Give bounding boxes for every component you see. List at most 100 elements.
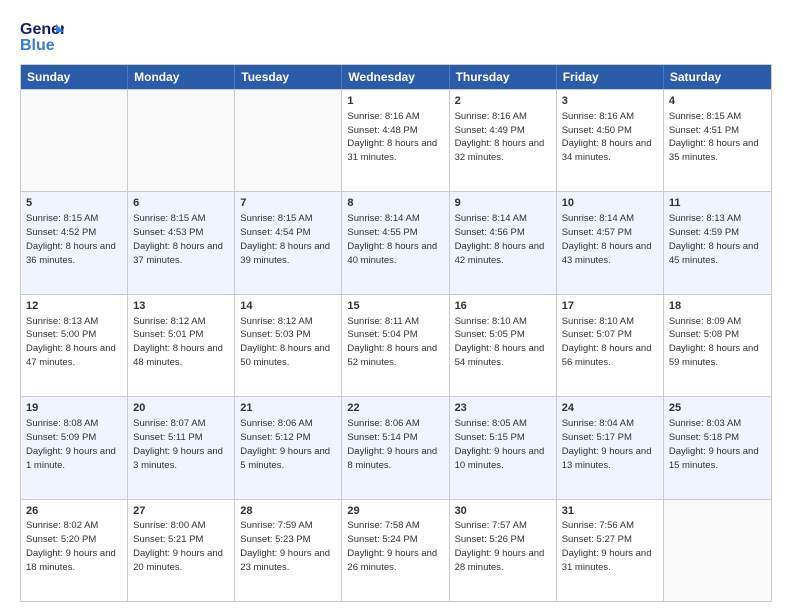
calendar-cell: 26Sunrise: 8:02 AM Sunset: 5:20 PM Dayli… xyxy=(21,500,128,601)
calendar: SundayMondayTuesdayWednesdayThursdayFrid… xyxy=(20,64,772,602)
calendar-cell: 24Sunrise: 8:04 AM Sunset: 5:17 PM Dayli… xyxy=(557,397,664,498)
day-number: 29 xyxy=(347,504,443,519)
header: General Blue xyxy=(20,16,772,56)
cell-info: Sunrise: 8:15 AM Sunset: 4:51 PM Dayligh… xyxy=(669,111,759,163)
day-number: 14 xyxy=(240,299,336,314)
calendar-cell: 16 Sunrise: 8:10 AM Sunset: 5:05 PM Dayli… xyxy=(450,295,557,396)
calendar-cell: 8Sunrise: 8:14 AM Sunset: 4:55 PM Daylig… xyxy=(342,192,449,293)
calendar-cell: 1 Sunrise: 8:16 AM Sunset: 4:48 PM Daylig… xyxy=(342,90,449,191)
day-number: 9 xyxy=(455,196,551,211)
calendar-row: 12Sunrise: 8:13 AM Sunset: 5:00 PM Dayli… xyxy=(21,294,771,396)
calendar-cell: 28Sunrise: 7:59 AM Sunset: 5:23 PM Dayli… xyxy=(235,500,342,601)
calendar-row: 19Sunrise: 8:08 AM Sunset: 5:09 PM Dayli… xyxy=(21,396,771,498)
day-number: 1 xyxy=(347,94,443,109)
calendar-cell: 31Sunrise: 7:56 AM Sunset: 5:27 PM Dayli… xyxy=(557,500,664,601)
cell-info: Sunrise: 8:12 AM Sunset: 5:03 PM Dayligh… xyxy=(240,316,330,368)
cell-info: Sunrise: 8:03 AM Sunset: 5:18 PM Dayligh… xyxy=(669,418,759,470)
calendar-row: 26Sunrise: 8:02 AM Sunset: 5:20 PM Dayli… xyxy=(21,499,771,601)
day-number: 3 xyxy=(562,94,658,109)
calendar-cell: 14 Sunrise: 8:12 AM Sunset: 5:03 PM Dayli… xyxy=(235,295,342,396)
logo: General Blue xyxy=(20,16,64,56)
day-number: 2 xyxy=(455,94,551,109)
day-number: 13 xyxy=(133,299,229,314)
cell-info: Sunrise: 8:02 AM Sunset: 5:20 PM Dayligh… xyxy=(26,520,116,572)
calendar-cell xyxy=(128,90,235,191)
day-number: 7 xyxy=(240,196,336,211)
calendar-cell: 9 Sunrise: 8:14 AM Sunset: 4:56 PM Daylig… xyxy=(450,192,557,293)
calendar-cell: 19Sunrise: 8:08 AM Sunset: 5:09 PM Dayli… xyxy=(21,397,128,498)
cell-info: Sunrise: 8:06 AM Sunset: 5:14 PM Dayligh… xyxy=(347,418,437,470)
day-number: 17 xyxy=(562,299,658,314)
day-number: 23 xyxy=(455,401,551,416)
cell-info: Sunrise: 8:05 AM Sunset: 5:15 PM Dayligh… xyxy=(455,418,545,470)
calendar-cell: 4 Sunrise: 8:15 AM Sunset: 4:51 PM Daylig… xyxy=(664,90,771,191)
page: General Blue SundayMondayTuesdayWednesda… xyxy=(0,0,792,612)
cell-info: Sunrise: 8:15 AM Sunset: 4:52 PM Dayligh… xyxy=(26,213,116,265)
day-number: 10 xyxy=(562,196,658,211)
day-number: 15 xyxy=(347,299,443,314)
cell-info: Sunrise: 8:11 AM Sunset: 5:04 PM Dayligh… xyxy=(347,316,437,368)
calendar-cell: 17 Sunrise: 8:10 AM Sunset: 5:07 PM Dayli… xyxy=(557,295,664,396)
header-day: Thursday xyxy=(450,65,557,89)
calendar-cell: 5 Sunrise: 8:15 AM Sunset: 4:52 PM Daylig… xyxy=(21,192,128,293)
calendar-cell: 25 Sunrise: 8:03 AM Sunset: 5:18 PM Dayli… xyxy=(664,397,771,498)
calendar-cell: 27Sunrise: 8:00 AM Sunset: 5:21 PM Dayli… xyxy=(128,500,235,601)
calendar-cell: 6 Sunrise: 8:15 AM Sunset: 4:53 PM Daylig… xyxy=(128,192,235,293)
day-number: 6 xyxy=(133,196,229,211)
cell-info: Sunrise: 8:06 AM Sunset: 5:12 PM Dayligh… xyxy=(240,418,330,470)
cell-info: Sunrise: 8:10 AM Sunset: 5:07 PM Dayligh… xyxy=(562,316,652,368)
cell-info: Sunrise: 8:13 AM Sunset: 5:00 PM Dayligh… xyxy=(26,316,116,368)
calendar-row: 1 Sunrise: 8:16 AM Sunset: 4:48 PM Daylig… xyxy=(21,89,771,191)
calendar-cell: 13 Sunrise: 8:12 AM Sunset: 5:01 PM Dayli… xyxy=(128,295,235,396)
day-number: 27 xyxy=(133,504,229,519)
calendar-cell: 7 Sunrise: 8:15 AM Sunset: 4:54 PM Daylig… xyxy=(235,192,342,293)
calendar-cell: 12Sunrise: 8:13 AM Sunset: 5:00 PM Dayli… xyxy=(21,295,128,396)
day-number: 26 xyxy=(26,504,122,519)
calendar-cell xyxy=(21,90,128,191)
day-number: 5 xyxy=(26,196,122,211)
day-number: 25 xyxy=(669,401,766,416)
calendar-cell: 21 Sunrise: 8:06 AM Sunset: 5:12 PM Dayli… xyxy=(235,397,342,498)
day-number: 21 xyxy=(240,401,336,416)
day-number: 31 xyxy=(562,504,658,519)
calendar-cell: 30Sunrise: 7:57 AM Sunset: 5:26 PM Dayli… xyxy=(450,500,557,601)
cell-info: Sunrise: 8:15 AM Sunset: 4:53 PM Dayligh… xyxy=(133,213,223,265)
logo-icon: General Blue xyxy=(20,16,64,56)
day-number: 20 xyxy=(133,401,229,416)
calendar-cell: 29Sunrise: 7:58 AM Sunset: 5:24 PM Dayli… xyxy=(342,500,449,601)
calendar-cell: 23 Sunrise: 8:05 AM Sunset: 5:15 PM Dayli… xyxy=(450,397,557,498)
calendar-cell: 2 Sunrise: 8:16 AM Sunset: 4:49 PM Daylig… xyxy=(450,90,557,191)
day-number: 4 xyxy=(669,94,766,109)
cell-info: Sunrise: 8:15 AM Sunset: 4:54 PM Dayligh… xyxy=(240,213,330,265)
header-day: Saturday xyxy=(664,65,771,89)
calendar-body: 1 Sunrise: 8:16 AM Sunset: 4:48 PM Daylig… xyxy=(21,89,771,601)
calendar-cell: 22 Sunrise: 8:06 AM Sunset: 5:14 PM Dayli… xyxy=(342,397,449,498)
cell-info: Sunrise: 8:10 AM Sunset: 5:05 PM Dayligh… xyxy=(455,316,545,368)
cell-info: Sunrise: 7:59 AM Sunset: 5:23 PM Dayligh… xyxy=(240,520,330,572)
cell-info: Sunrise: 8:12 AM Sunset: 5:01 PM Dayligh… xyxy=(133,316,223,368)
calendar-cell: 18Sunrise: 8:09 AM Sunset: 5:08 PM Dayli… xyxy=(664,295,771,396)
calendar-cell: 10 Sunrise: 8:14 AM Sunset: 4:57 PM Dayli… xyxy=(557,192,664,293)
cell-info: Sunrise: 7:58 AM Sunset: 5:24 PM Dayligh… xyxy=(347,520,437,572)
header-day: Wednesday xyxy=(342,65,449,89)
svg-text:Blue: Blue xyxy=(20,37,55,54)
cell-info: Sunrise: 8:16 AM Sunset: 4:49 PM Dayligh… xyxy=(455,111,545,163)
cell-info: Sunrise: 8:14 AM Sunset: 4:57 PM Dayligh… xyxy=(562,213,652,265)
day-number: 30 xyxy=(455,504,551,519)
day-number: 11 xyxy=(669,196,766,211)
day-number: 22 xyxy=(347,401,443,416)
cell-info: Sunrise: 8:13 AM Sunset: 4:59 PM Dayligh… xyxy=(669,213,759,265)
header-day: Friday xyxy=(557,65,664,89)
calendar-cell: 11 Sunrise: 8:13 AM Sunset: 4:59 PM Dayli… xyxy=(664,192,771,293)
cell-info: Sunrise: 8:08 AM Sunset: 5:09 PM Dayligh… xyxy=(26,418,116,470)
cell-info: Sunrise: 8:07 AM Sunset: 5:11 PM Dayligh… xyxy=(133,418,223,470)
cell-info: Sunrise: 8:04 AM Sunset: 5:17 PM Dayligh… xyxy=(562,418,652,470)
calendar-cell: 15 Sunrise: 8:11 AM Sunset: 5:04 PM Dayli… xyxy=(342,295,449,396)
cell-info: Sunrise: 8:16 AM Sunset: 4:48 PM Dayligh… xyxy=(347,111,437,163)
cell-info: Sunrise: 7:57 AM Sunset: 5:26 PM Dayligh… xyxy=(455,520,545,572)
calendar-row: 5 Sunrise: 8:15 AM Sunset: 4:52 PM Daylig… xyxy=(21,191,771,293)
day-number: 16 xyxy=(455,299,551,314)
day-number: 28 xyxy=(240,504,336,519)
cell-info: Sunrise: 8:14 AM Sunset: 4:56 PM Dayligh… xyxy=(455,213,545,265)
day-number: 18 xyxy=(669,299,766,314)
